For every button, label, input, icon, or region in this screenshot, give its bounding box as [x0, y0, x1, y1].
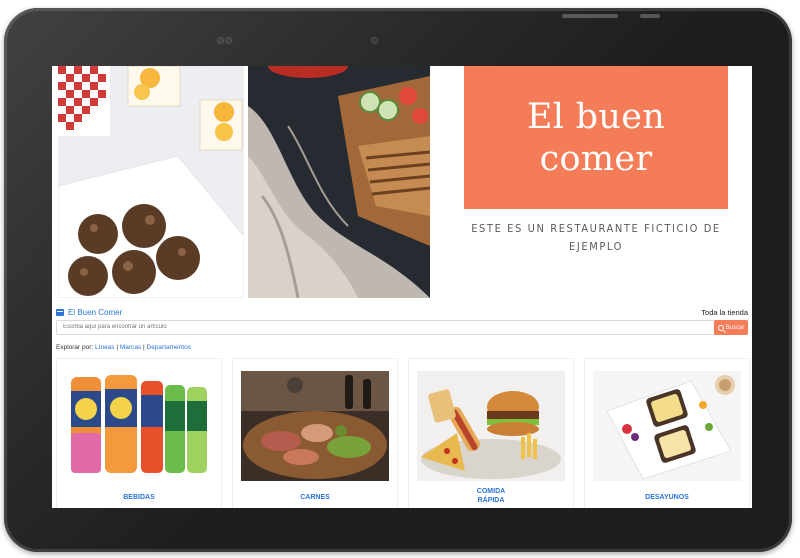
store-name: El Buen Comer — [68, 308, 123, 317]
front-sensor-icon — [218, 38, 223, 43]
sandwich-photo — [248, 66, 430, 298]
search-button[interactable]: Buscar — [714, 320, 748, 335]
category-label: DESAYUNOS — [645, 494, 689, 501]
store-icon — [56, 309, 64, 316]
category-label: COMIDA RÁPIDA — [409, 487, 573, 505]
hero-banner: El buen comer ESTE ES UN RESTAURANTE FIC… — [52, 66, 752, 298]
category-card-bebidas[interactable]: BEBIDAS — [56, 358, 222, 508]
category-label: CARNES — [300, 494, 330, 501]
comida-rapida-image — [417, 371, 565, 481]
carnes-image — [241, 371, 389, 481]
category-card-carnes[interactable]: CARNES — [232, 358, 398, 508]
category-card-desayunos[interactable]: DESAYUNOS — [584, 358, 750, 508]
dessert-photo — [58, 66, 244, 298]
tablet-top-button-small — [640, 14, 660, 18]
tablet-top-button — [562, 14, 618, 18]
category-grid: BEBIDAS CARNES COMIDA RÁPIDA DESAYUNOS — [52, 358, 752, 508]
link-departamentos[interactable]: Departamentos — [147, 344, 191, 351]
desayunos-image — [593, 371, 741, 481]
search-scope[interactable]: Toda la tienda — [701, 308, 748, 317]
search-input[interactable] — [56, 320, 722, 335]
brand-title: El buen comer — [526, 96, 666, 179]
store-link[interactable]: El Buen Comer — [56, 308, 122, 317]
tablet-screen: El buen comer ESTE ES UN RESTAURANTE FIC… — [52, 66, 752, 508]
front-camera-icon — [372, 38, 377, 43]
tagline: ESTE ES UN RESTAURANTE FICTICIO DE EJEMP… — [471, 222, 721, 253]
search-button-label: Buscar — [725, 324, 745, 331]
category-label-text: COMIDA RÁPIDA — [476, 488, 506, 504]
explore-links: Explorar por: Líneas | Marcas | Departam… — [56, 344, 191, 351]
store-bar: El Buen Comer Toda la tienda — [56, 306, 748, 320]
link-lineas[interactable]: Líneas — [95, 344, 115, 351]
bebidas-image — [65, 371, 213, 481]
search-icon — [717, 324, 724, 331]
search-row: Buscar — [56, 320, 748, 335]
link-marcas[interactable]: Marcas — [120, 344, 141, 351]
front-sensor-icon — [226, 38, 231, 43]
explore-prefix: Explorar por: — [56, 344, 94, 351]
category-card-comida-rapida[interactable]: COMIDA RÁPIDA — [408, 358, 574, 508]
category-label: BEBIDAS — [123, 494, 155, 501]
brand-banner: El buen comer — [464, 66, 728, 209]
